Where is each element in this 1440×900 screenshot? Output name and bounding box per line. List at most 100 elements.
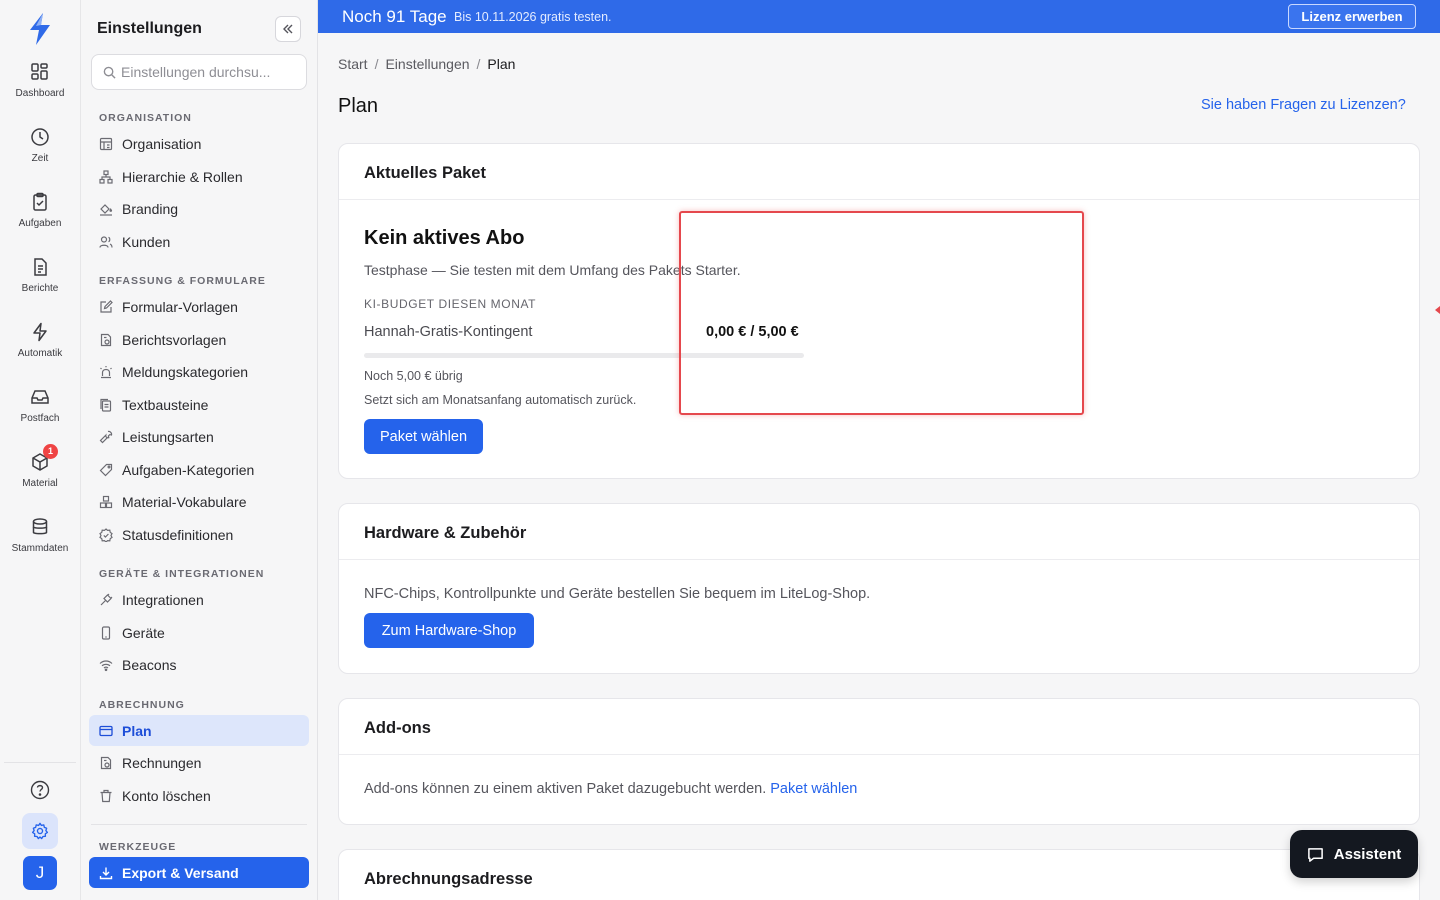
sidebar-item-statusdefinitionen[interactable]: Statusdefinitionen	[89, 519, 309, 550]
rail-label: Stammdaten	[11, 543, 69, 554]
building-icon	[99, 137, 113, 150]
sidebar-item-organisation[interactable]: Organisation	[89, 128, 309, 159]
addons-choose-package-link[interactable]: Paket wählen	[770, 781, 857, 797]
help-icon[interactable]	[29, 779, 51, 801]
card-heading: Add-ons	[339, 699, 1419, 755]
rail-label: Dashboard	[15, 88, 65, 99]
report-template-icon	[100, 333, 112, 346]
sidebar-item-label: Konto löschen	[122, 787, 211, 804]
settings-button[interactable]	[22, 813, 58, 849]
edit-icon	[100, 299, 113, 313]
sidebar-item-formular-vorlagen[interactable]: Formular-Vorlagen	[89, 291, 309, 322]
card-body: NFC-Chips, Kontrollpunkte und Geräte bes…	[339, 560, 1419, 674]
sidebar-item-label: Formular-Vorlagen	[122, 298, 238, 315]
scroll-marker	[1435, 306, 1440, 314]
chevrons-left-icon	[283, 24, 293, 34]
buy-license-button[interactable]: Lizenz erwerben	[1288, 4, 1416, 29]
clock-icon	[31, 128, 49, 146]
rail-item-zeit[interactable]: Zeit	[0, 127, 80, 187]
card-heading: Aktuelles Paket	[339, 144, 1419, 200]
sidebar-item-kunden[interactable]: Kunden	[89, 226, 309, 257]
lightning-icon	[33, 322, 47, 342]
siren-icon	[100, 365, 112, 378]
sidebar-item-label: Meldungskategorien	[122, 363, 249, 380]
rail-item-postfach[interactable]: Postfach	[0, 387, 80, 447]
sidebar-item-label: Kunden	[122, 233, 171, 250]
rail-item-material[interactable]: 1 Material	[0, 444, 80, 512]
collapse-sidebar-button[interactable]	[275, 16, 301, 42]
wifi-icon	[99, 659, 113, 671]
breadcrumb-einstellungen[interactable]: Einstellungen	[385, 56, 469, 72]
sidebar-item-meldungskategorien[interactable]: Meldungskategorien	[89, 356, 309, 387]
sidebar-item-label: Integrationen	[122, 591, 204, 608]
settings-sidebar: Einstellungen ORGANISATION Organisation …	[81, 0, 318, 900]
license-questions-link[interactable]: Sie haben Fragen zu Lizenzen?	[1201, 97, 1406, 113]
breadcrumb-start[interactable]: Start	[338, 56, 368, 72]
sidebar-item-berichtsvorlagen[interactable]: Berichtsvorlagen	[89, 324, 309, 355]
sidebar-item-integrationen[interactable]: Integrationen	[89, 584, 309, 615]
sidebar-item-geraete[interactable]: Geräte	[89, 617, 309, 648]
trial-subtitle: Bis 10.11.2026 gratis testen.	[454, 10, 612, 24]
sidebar-item-konto-loeschen[interactable]: Konto löschen	[89, 780, 309, 811]
sidebar-item-label: Branding	[122, 200, 179, 217]
addons-description: Add-ons können zu einem aktiven Paket da…	[364, 781, 857, 797]
ai-budget-remaining: Noch 5,00 € übrig	[364, 369, 463, 383]
current-package-card: Aktuelles Paket Kein aktives Abo Testpha…	[338, 143, 1420, 479]
sidebar-item-beacons[interactable]: Beacons	[89, 649, 309, 680]
addons-card: Add-ons Add-ons können zu einem aktiven …	[338, 698, 1420, 825]
rail-item-dashboard[interactable]: Dashboard	[0, 62, 80, 122]
rail-label: Berichte	[21, 283, 59, 294]
sidebar-item-label: Plan	[122, 722, 152, 739]
sidebar-item-label: Hierarchie & Rollen	[122, 168, 243, 185]
assistant-button[interactable]: Assistent	[1290, 830, 1418, 878]
card-body: Kein aktives Abo Testphase — Sie testen …	[339, 200, 1419, 479]
choose-package-button[interactable]: Paket wählen	[364, 419, 483, 454]
rail-label: Zeit	[31, 153, 49, 164]
users-icon	[99, 235, 113, 248]
sidebar-item-label: Rechnungen	[122, 754, 202, 771]
sidebar-item-hierarchie-rollen[interactable]: Hierarchie & Rollen	[89, 161, 309, 192]
sidebar-item-label: Textbausteine	[122, 396, 209, 413]
rail-item-aufgaben[interactable]: Aufgaben	[0, 192, 80, 252]
breadcrumb-current: Plan	[487, 56, 516, 72]
ai-budget-amount: 0,00 € / 5,00 €	[706, 324, 799, 340]
section-heading-organisation: ORGANISATION	[99, 112, 192, 124]
sidebar-item-label: Statusdefinitionen	[122, 526, 234, 543]
hardware-shop-button[interactable]: Zum Hardware-Shop	[364, 613, 534, 648]
rail-label: Automatik	[17, 348, 63, 359]
ai-budget-caption: KI-BUDGET DIESEN MONAT	[364, 297, 537, 311]
breadcrumb: Start / Einstellungen / Plan	[338, 56, 515, 72]
rail-label: Aufgaben	[18, 218, 62, 229]
sidebar-item-textbausteine[interactable]: Textbausteine	[89, 389, 309, 420]
breadcrumb-separator: /	[374, 56, 379, 72]
smartphone-icon	[101, 625, 111, 640]
sidebar-item-leistungsarten[interactable]: Leistungsarten	[89, 421, 309, 452]
sidebar-item-export-versand[interactable]: Export & Versand	[89, 857, 309, 888]
sidebar-item-label: Geräte	[122, 624, 165, 641]
card-heading: Hardware & Zubehör	[339, 504, 1419, 560]
page-title: Plan	[338, 95, 379, 117]
trial-banner: Noch 91 Tage Bis 10.11.2026 gratis teste…	[318, 0, 1440, 33]
sidebar-item-plan[interactable]: Plan	[89, 715, 309, 746]
settings-search-input[interactable]	[121, 55, 301, 89]
divider	[91, 824, 307, 825]
sidebar-item-label: Organisation	[122, 135, 202, 152]
sidebar-item-branding[interactable]: Branding	[89, 193, 309, 224]
app-logo-icon[interactable]	[26, 12, 54, 46]
card-heading: Abrechnungsadresse	[364, 870, 533, 888]
sidebar-item-material-vokabulare[interactable]: Material-Vokabulare	[89, 486, 309, 517]
rail-item-stammdaten[interactable]: Stammdaten	[0, 517, 80, 577]
sidebar-item-aufgaben-kategorien[interactable]: Aufgaben-Kategorien	[89, 454, 309, 485]
rail-item-berichte[interactable]: Berichte	[0, 257, 80, 317]
search-icon	[103, 66, 116, 79]
document-icon	[34, 258, 47, 276]
ai-budget-progress-bar	[364, 353, 804, 358]
rail-label: Material	[22, 478, 58, 489]
section-heading-erfassung: ERFASSUNG & FORMULARE	[99, 275, 266, 287]
rail-item-automatik[interactable]: Automatik	[0, 322, 80, 382]
subscription-status-subtitle: Testphase — Sie testen mit dem Umfang de…	[364, 262, 741, 278]
paint-bucket-icon	[100, 203, 113, 216]
user-avatar[interactable]: J	[23, 856, 57, 890]
plug-icon	[100, 593, 113, 605]
sidebar-item-rechnungen[interactable]: Rechnungen	[89, 747, 309, 778]
